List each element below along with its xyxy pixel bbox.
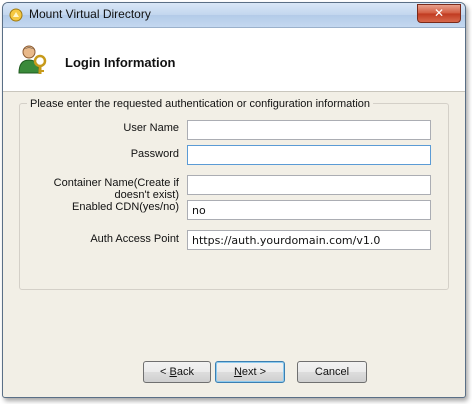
next-button-accel: N [233, 366, 242, 378]
window-title: Mount Virtual Directory [29, 7, 151, 21]
user-name-label: User Name [123, 122, 179, 134]
password-input[interactable] [187, 145, 431, 165]
app-icon [9, 8, 23, 22]
user-name-input[interactable] [187, 120, 431, 140]
back-button[interactable]: < Back [143, 361, 211, 383]
user-key-icon [18, 45, 47, 74]
dialog-window: Mount Virtual Directory ✕ Login Informat… [2, 2, 466, 398]
form-instructions: Please enter the requested authenticatio… [27, 98, 373, 110]
password-label: Password [130, 148, 179, 160]
close-icon: ✕ [433, 6, 445, 20]
page-title: Login Information [65, 55, 176, 70]
wizard-header: Login Information [3, 28, 465, 92]
auth-access-point-input[interactable]: https://auth.yourdomain.com/v1.0 [187, 230, 431, 250]
close-button[interactable]: ✕ [417, 4, 461, 23]
back-button-rest: ack [176, 366, 194, 378]
back-button-accel: B [169, 366, 177, 378]
auth-access-point-label: Auth Access Point [90, 233, 179, 245]
container-name-label-line1: Container Name(Create if [53, 177, 179, 189]
cancel-button[interactable]: Cancel [297, 361, 367, 383]
container-name-label-line2: doesn't exist) [114, 189, 179, 201]
title-bar[interactable]: Mount Virtual Directory ✕ [3, 3, 465, 28]
next-button-rest: ext > [241, 366, 267, 378]
container-name-input[interactable] [187, 175, 431, 195]
next-button[interactable]: Next > [215, 361, 285, 383]
enabled-cdn-label: Enabled CDN(yes/no) [72, 201, 179, 213]
enabled-cdn-input[interactable]: no [187, 200, 431, 220]
back-button-prefix: < [160, 366, 170, 378]
